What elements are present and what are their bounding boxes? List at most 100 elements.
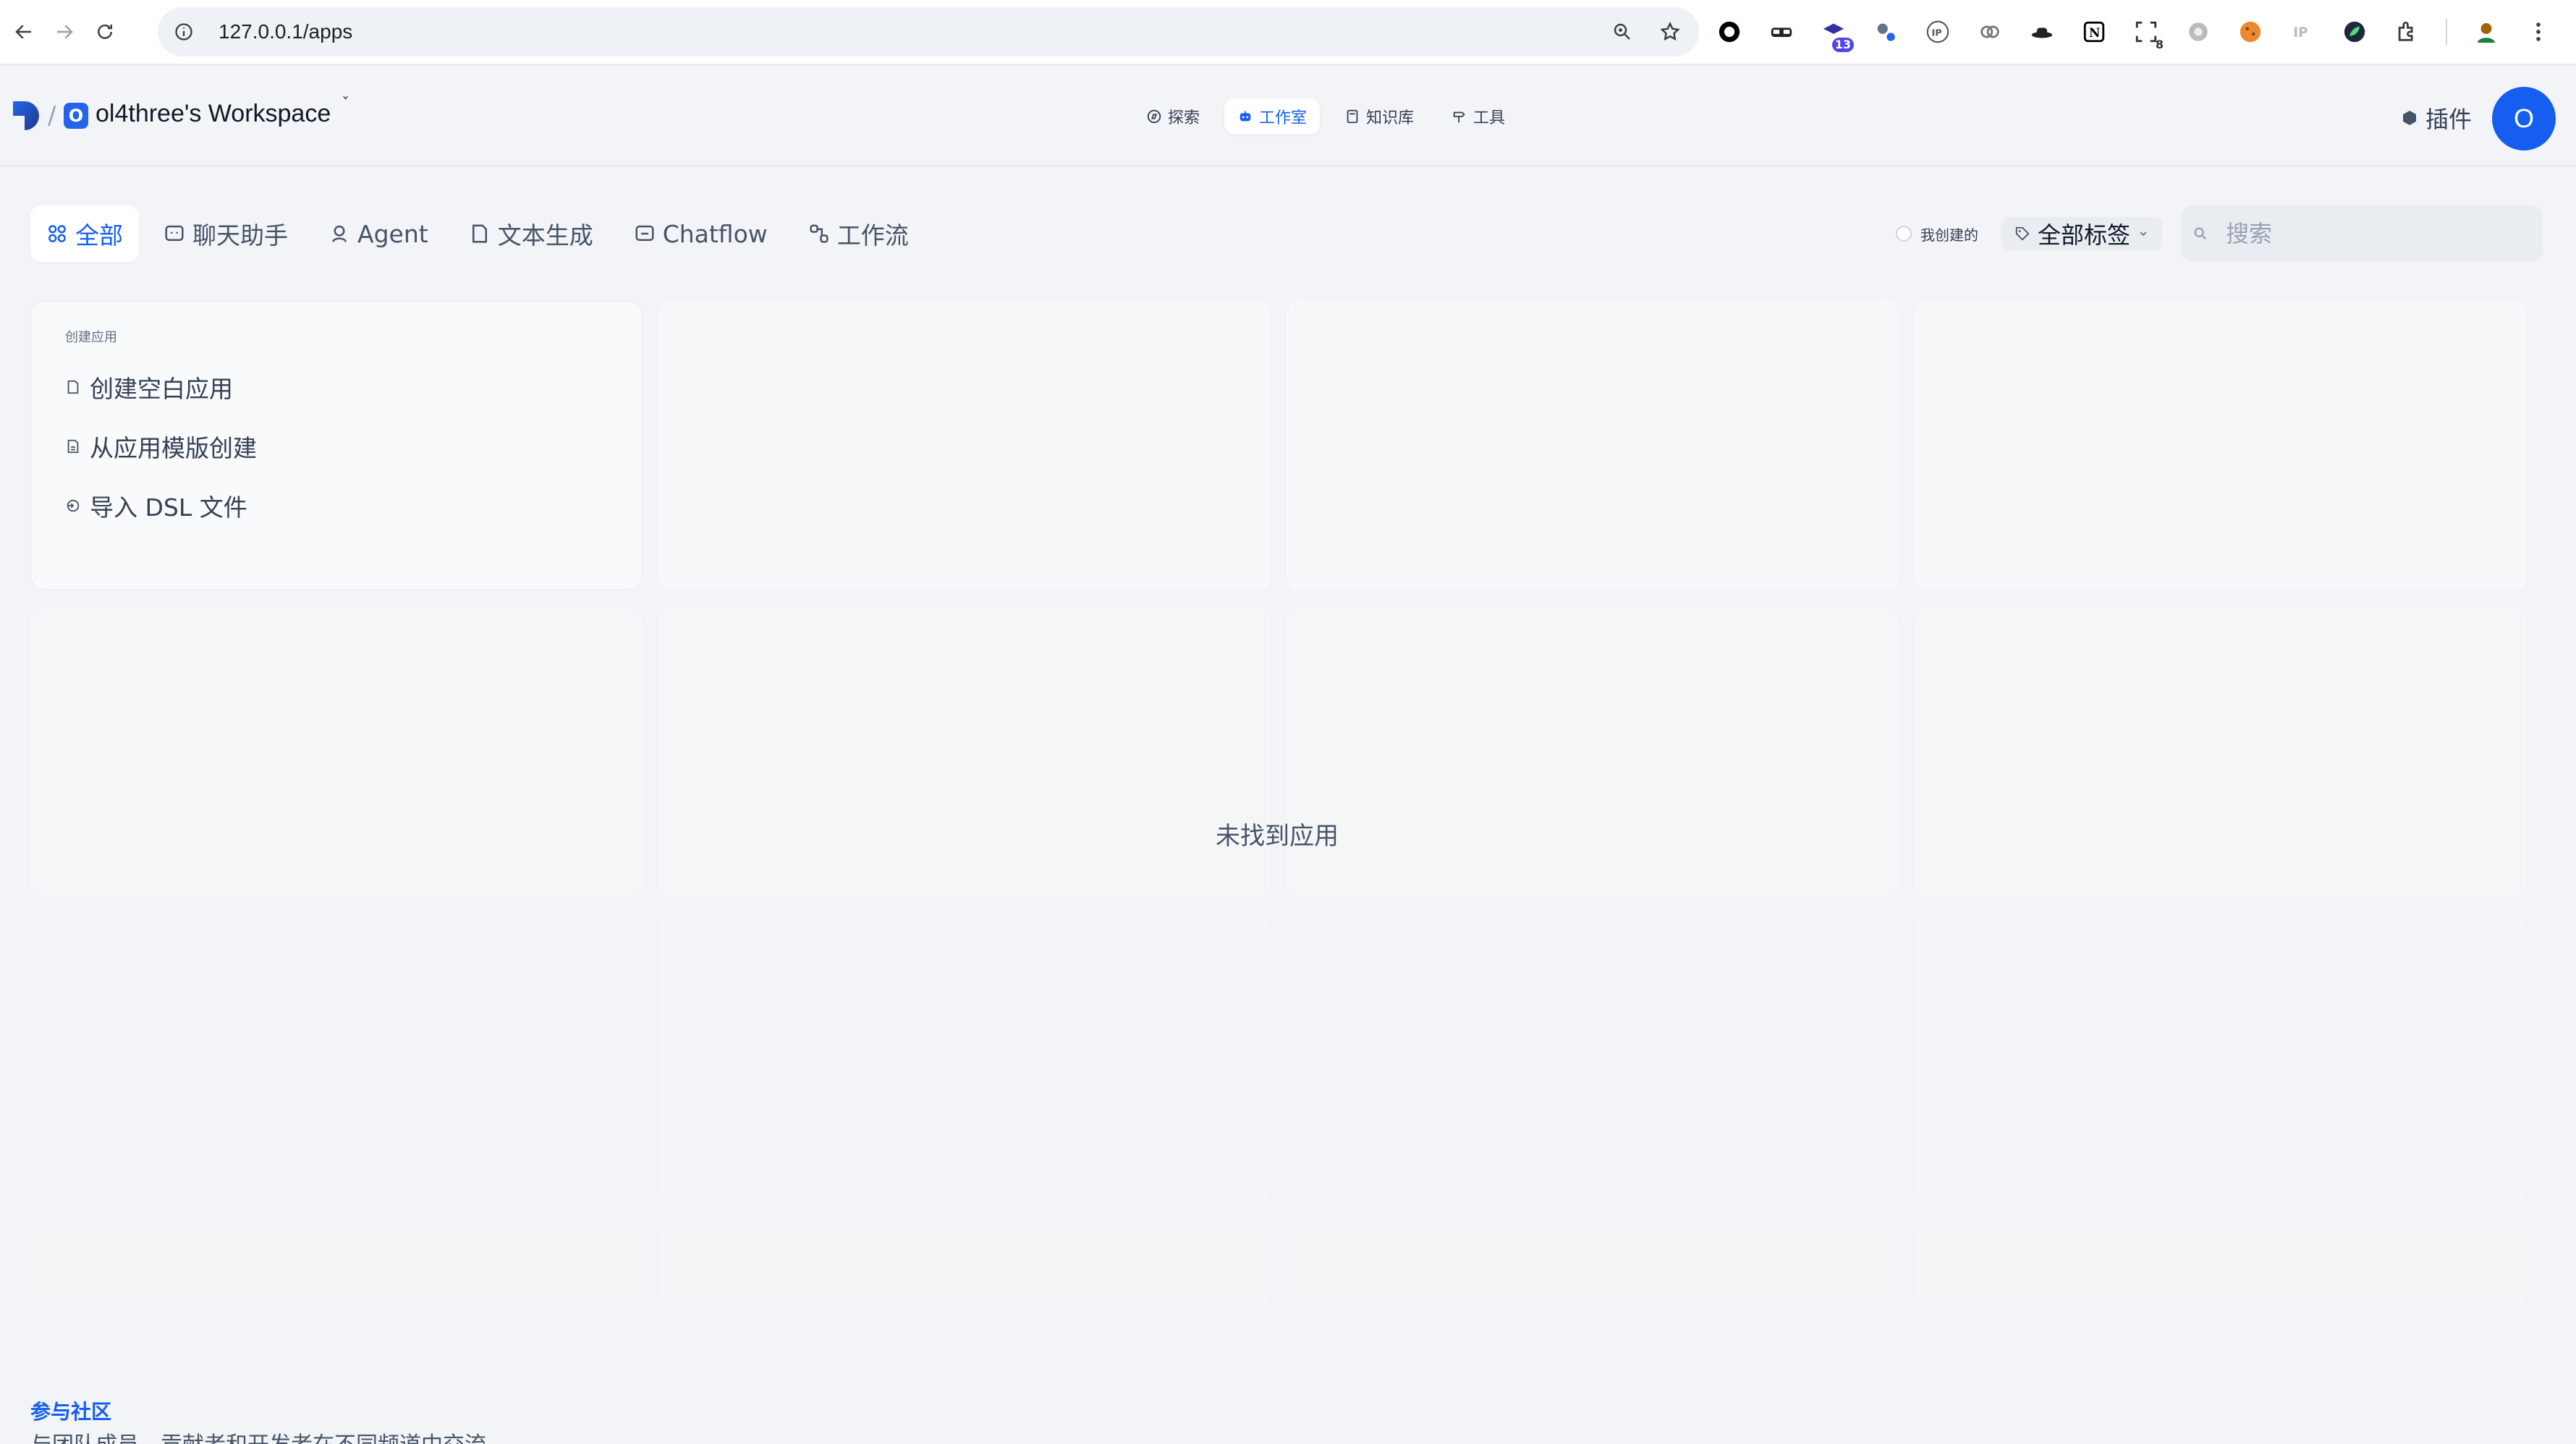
chat-icon	[165, 225, 184, 241]
reload-button[interactable]	[88, 15, 122, 48]
grid-icon	[48, 225, 66, 242]
bookmark-star-icon[interactable]	[1656, 17, 1685, 46]
book-icon	[1347, 109, 1358, 124]
extension-ip-gray-icon[interactable]: IP	[2289, 19, 2316, 45]
reload-icon	[98, 24, 112, 39]
tab-workflow[interactable]: 工作流	[792, 205, 925, 262]
extension-glasses-icon[interactable]	[1768, 19, 1795, 45]
created-by-me-checkbox[interactable]: 我创建的	[1896, 224, 1978, 245]
arrow-right-icon	[57, 25, 73, 39]
tab-text-generation[interactable]: 文本生成	[453, 205, 609, 262]
dify-logo-icon[interactable]	[13, 101, 41, 132]
create-blank-app-button[interactable]: 创建空白应用	[65, 366, 608, 408]
placeholder-card	[30, 914, 643, 1204]
tab-text-generation-label: 文本生成	[497, 221, 593, 250]
workflow-icon	[810, 224, 829, 243]
extension-hat-icon[interactable]	[2029, 19, 2055, 45]
import-dsl-button[interactable]: 导入 DSL 文件	[65, 485, 608, 527]
tab-agent[interactable]: Agent	[313, 205, 444, 262]
extension-gray-circle-icon[interactable]	[2185, 19, 2211, 45]
placeholder-card	[1915, 608, 2527, 897]
nav-knowledge-label: 知识库	[1366, 109, 1415, 127]
placeholder-card	[1287, 1221, 1899, 1308]
nav-tools-label: 工具	[1473, 109, 1506, 127]
filter-bar: 我创建的 全部标签	[1896, 205, 2543, 262]
tag-filter-label: 全部标签	[2038, 221, 2131, 249]
placeholder-card	[658, 608, 1271, 897]
tab-workflow-label: 工作流	[836, 221, 909, 250]
tab-all[interactable]: 全部	[30, 205, 139, 262]
extension-cookie-icon[interactable]	[2237, 19, 2263, 45]
document-icon	[472, 224, 487, 243]
browser-toolbar: 127.0.0.1/apps 13 IP N 8 IP	[0, 0, 2576, 65]
search-box	[2181, 205, 2543, 262]
workspace-name[interactable]: ol4three's Workspace	[96, 100, 331, 128]
chatflow-icon	[635, 225, 654, 241]
site-info-icon[interactable]	[169, 17, 198, 46]
hammer-icon	[1453, 111, 1465, 123]
extension-capture-icon[interactable]: 8	[2133, 19, 2164, 51]
tab-chatflow-label: Chatflow	[662, 219, 768, 248]
extension-cap-icon[interactable]: 13	[1821, 19, 1854, 52]
forward-button[interactable]	[48, 15, 81, 48]
chevron-down-icon[interactable]: ˇ	[342, 95, 349, 114]
placeholder-card	[1287, 914, 1899, 1204]
robot-icon	[1240, 111, 1251, 122]
placeholder-card	[1915, 914, 2527, 1204]
extension-badge: 8	[2155, 38, 2164, 51]
compass-icon	[1147, 109, 1161, 124]
extension-circle-icon[interactable]	[1716, 19, 1742, 45]
nav-explore[interactable]: 探索	[1133, 98, 1213, 135]
nav-studio-label: 工作室	[1259, 109, 1308, 127]
placeholder-card	[1287, 301, 1899, 590]
tag-filter-select[interactable]: 全部标签	[2001, 217, 2163, 250]
extension-ip-icon[interactable]: IP	[1925, 19, 1951, 45]
create-app-title: 创建应用	[65, 330, 117, 345]
profile-avatar-icon[interactable]	[2473, 19, 2499, 45]
user-avatar[interactable]: O	[2492, 87, 2556, 150]
created-by-me-label: 我创建的	[1920, 226, 1978, 244]
extension-notion-icon[interactable]: N	[2081, 19, 2107, 45]
browser-menu-icon[interactable]	[2525, 19, 2551, 45]
extensions-puzzle-icon[interactable]	[2394, 19, 2420, 45]
back-button[interactable]	[7, 15, 41, 48]
file-plus-icon	[67, 380, 79, 394]
nav-studio[interactable]: 工作室	[1224, 98, 1321, 135]
placeholder-card	[1287, 608, 1899, 897]
tab-agent-label: Agent	[357, 219, 428, 248]
plugins-button[interactable]: 插件	[2401, 101, 2472, 135]
create-from-template-button[interactable]: 从应用模版创建	[65, 425, 608, 467]
cube-icon	[2403, 111, 2416, 125]
workspace-avatar[interactable]: O	[64, 103, 88, 129]
search-input[interactable]	[2226, 220, 2516, 247]
extension-badge: 13	[1831, 38, 1854, 52]
import-dsl-label: 导入 DSL 文件	[90, 493, 247, 522]
search-icon	[2194, 227, 2207, 240]
address-bar[interactable]: 127.0.0.1/apps	[158, 7, 1699, 56]
svg-text:IP: IP	[2293, 25, 2308, 41]
placeholder-card	[1915, 1221, 2527, 1308]
create-from-template-label: 从应用模版创建	[90, 434, 257, 462]
create-app-card: 创建应用 创建空白应用 从应用模版创建 导入 DSL 文件	[30, 301, 643, 590]
tab-chatflow[interactable]: Chatflow	[618, 205, 784, 262]
nav-knowledge[interactable]: 知识库	[1331, 98, 1427, 135]
extensions-row: 13 IP N 8 IP	[1716, 13, 2551, 52]
extension-leaf-icon[interactable]	[2342, 19, 2368, 45]
arrow-left-icon	[15, 25, 31, 39]
community-link[interactable]: 参与社区	[30, 1396, 111, 1425]
nav-tools[interactable]: 工具	[1439, 98, 1518, 135]
svg-text:N: N	[2089, 26, 2101, 41]
community-description: 与团队成员、贡献者和开发者在不同频道中交流	[30, 1427, 486, 1444]
nav-explore-label: 探索	[1168, 109, 1200, 127]
placeholder-card	[658, 914, 1271, 1204]
extension-link-icon[interactable]	[1977, 19, 2003, 45]
extension-satellite-icon[interactable]	[1873, 19, 1899, 45]
zoom-icon[interactable]	[1608, 17, 1637, 46]
svg-text:IP: IP	[1932, 28, 1942, 39]
template-icon	[67, 439, 79, 454]
tab-all-label: 全部	[75, 221, 123, 250]
tab-chat-assistant[interactable]: 聊天助手	[148, 205, 304, 262]
app-grid: 创建应用 创建空白应用 从应用模版创建 导入 DSL 文件	[30, 301, 2528, 1308]
plugins-label: 插件	[2425, 106, 2473, 133]
tab-chat-assistant-label: 聊天助手	[192, 221, 288, 250]
